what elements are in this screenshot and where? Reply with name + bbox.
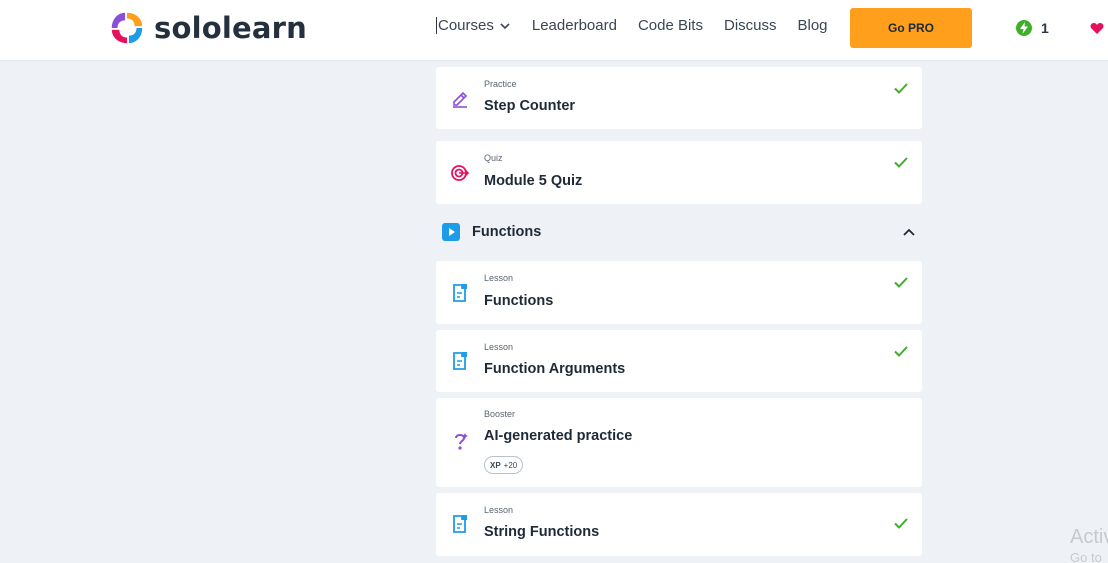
sololearn-logo-icon: [111, 12, 143, 44]
item-type: Practice: [484, 79, 517, 89]
go-pro-button[interactable]: Go PRO: [850, 8, 972, 48]
checkmark-icon: [894, 518, 908, 529]
list-item[interactable]: Quiz Module 5 Quiz: [436, 141, 922, 204]
xp-label: XP: [490, 460, 501, 470]
xp-reward-badge: XP +20: [484, 456, 524, 474]
item-title: Functions: [484, 293, 554, 309]
list-item[interactable]: Booster AI-generated practice XP +20: [436, 398, 922, 487]
nav-courses-label: Courses: [438, 17, 494, 34]
target-icon: [451, 165, 470, 181]
lightning-icon: [1016, 20, 1032, 36]
top-header: sololearn Courses Leaderboard Code Bits …: [0, 0, 1108, 61]
main-nav: Courses Leaderboard Code Bits Discuss Bl…: [436, 17, 849, 34]
item-title: Step Counter: [484, 98, 576, 114]
item-type: Lesson: [484, 342, 514, 352]
item-type: Lesson: [484, 273, 514, 283]
chevron-down-icon: [500, 22, 510, 29]
question-icon: [455, 433, 468, 450]
item-title: Function Arguments: [484, 361, 626, 377]
nav-code-bits[interactable]: Code Bits: [638, 17, 703, 34]
checkmark-icon: [894, 157, 908, 168]
nav-discuss[interactable]: Discuss: [724, 17, 777, 34]
lesson-icon: [453, 284, 467, 302]
checkmark-icon: [894, 346, 908, 357]
activation-watermark-subtitle: Go to: [1070, 550, 1102, 563]
pencil-icon: [453, 91, 468, 108]
activation-watermark-title: Activ: [1070, 526, 1108, 548]
lesson-icon: [453, 515, 467, 533]
lesson-icon: [453, 352, 467, 370]
module-section-header[interactable]: Functions: [436, 210, 922, 254]
play-icon: [442, 223, 460, 241]
list-item[interactable]: Lesson Function Arguments: [436, 330, 922, 392]
list-item[interactable]: Lesson String Functions: [436, 493, 922, 556]
checkmark-icon: [894, 83, 908, 94]
nav-leaderboard[interactable]: Leaderboard: [532, 17, 617, 34]
nav-courses[interactable]: Courses: [436, 17, 511, 34]
item-type: Lesson: [484, 505, 514, 515]
list-item[interactable]: Practice Step Counter: [436, 67, 922, 129]
streak-counter[interactable]: 1: [1016, 20, 1049, 36]
streak-count: 1: [1041, 20, 1049, 36]
item-title: AI-generated practice: [484, 428, 633, 444]
item-type: Quiz: [484, 153, 503, 163]
item-title: String Functions: [484, 524, 600, 540]
nav-blog[interactable]: Blog: [798, 17, 828, 34]
item-title: Module 5 Quiz: [484, 173, 583, 189]
checkmark-icon: [894, 277, 908, 288]
xp-value: +20: [503, 460, 518, 470]
brand-name: sololearn: [154, 11, 307, 45]
section-title: Functions: [472, 224, 542, 240]
item-type: Booster: [484, 409, 516, 419]
list-item[interactable]: Lesson Functions: [436, 261, 922, 324]
heart-icon[interactable]: [1090, 22, 1104, 35]
sololearn-logo[interactable]: sololearn: [108, 9, 307, 47]
chevron-up-icon[interactable]: [902, 225, 916, 239]
